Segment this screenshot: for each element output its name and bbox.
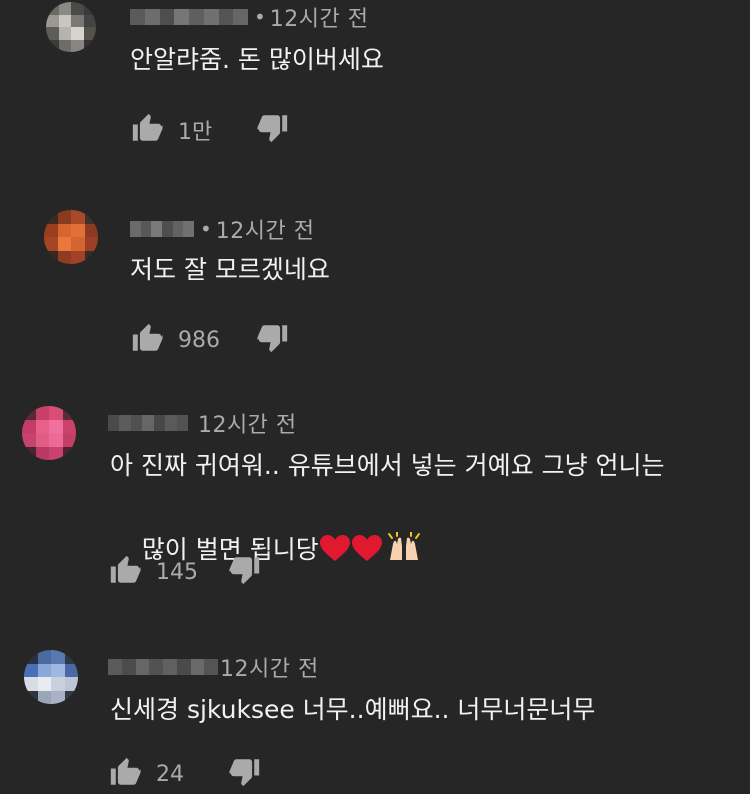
red-heart-emoji: [351, 532, 383, 575]
author-name[interactable]: [130, 6, 248, 28]
comment-text-line-1: 아 진짜 귀여워.. 유튜브에서 넣는 거예요 그냥 언니는: [110, 451, 665, 480]
separator-dot: •: [199, 217, 212, 241]
separator-dot: •: [254, 5, 266, 29]
author-name[interactable]: [130, 218, 194, 240]
author-name[interactable]: [108, 412, 188, 434]
like-count: 24: [156, 761, 184, 787]
like-count: 986: [178, 327, 220, 353]
comment-time[interactable]: 12시간 전: [220, 651, 319, 683]
avatar[interactable]: [22, 406, 76, 460]
thumbs-up-icon[interactable]: [108, 755, 142, 793]
comment-time[interactable]: 12시간 전: [216, 213, 315, 245]
thumbs-down-icon[interactable]: [256, 111, 290, 149]
thumbs-up-icon[interactable]: [130, 321, 164, 359]
comment-item: 12시간 전 아 진짜 귀여워.. 유튜브에서 넣는 거예요 그냥 언니는 많이…: [0, 380, 750, 640]
thumbs-up-icon[interactable]: [108, 553, 142, 591]
comment-time[interactable]: 12시간 전: [270, 1, 369, 33]
raising-hands-emoji: [387, 531, 421, 575]
like-count: 145: [156, 559, 198, 585]
thumbs-down-icon[interactable]: [228, 553, 262, 591]
comment-text: 안알랴줌. 돈 많이버세요: [130, 45, 384, 74]
comment-item: • 12시간 전 저도 잘 모르겠네요 986: [0, 200, 750, 380]
comment-item: • 12시간 전 안알랴줌. 돈 많이버세요 1만: [0, 0, 750, 200]
thumbs-down-icon[interactable]: [228, 755, 262, 793]
thumbs-down-icon[interactable]: [256, 321, 290, 359]
author-name[interactable]: [108, 656, 218, 678]
thumbs-up-icon[interactable]: [130, 111, 164, 149]
comment-item: 12시간 전 신세경 sjkuksee 너무..예뻐요.. 너무너문너무 24: [0, 640, 750, 791]
like-count: 1만: [178, 120, 213, 145]
red-heart-emoji: [319, 532, 351, 575]
avatar[interactable]: [44, 210, 98, 264]
comment-time[interactable]: 12시간 전: [198, 407, 297, 439]
comment-text: 신세경 sjkuksee 너무..예뻐요.. 너무너문너무: [110, 695, 596, 724]
avatar[interactable]: [24, 650, 78, 704]
avatar[interactable]: [46, 2, 96, 52]
comment-text: 저도 잘 모르겠네요: [130, 255, 330, 284]
